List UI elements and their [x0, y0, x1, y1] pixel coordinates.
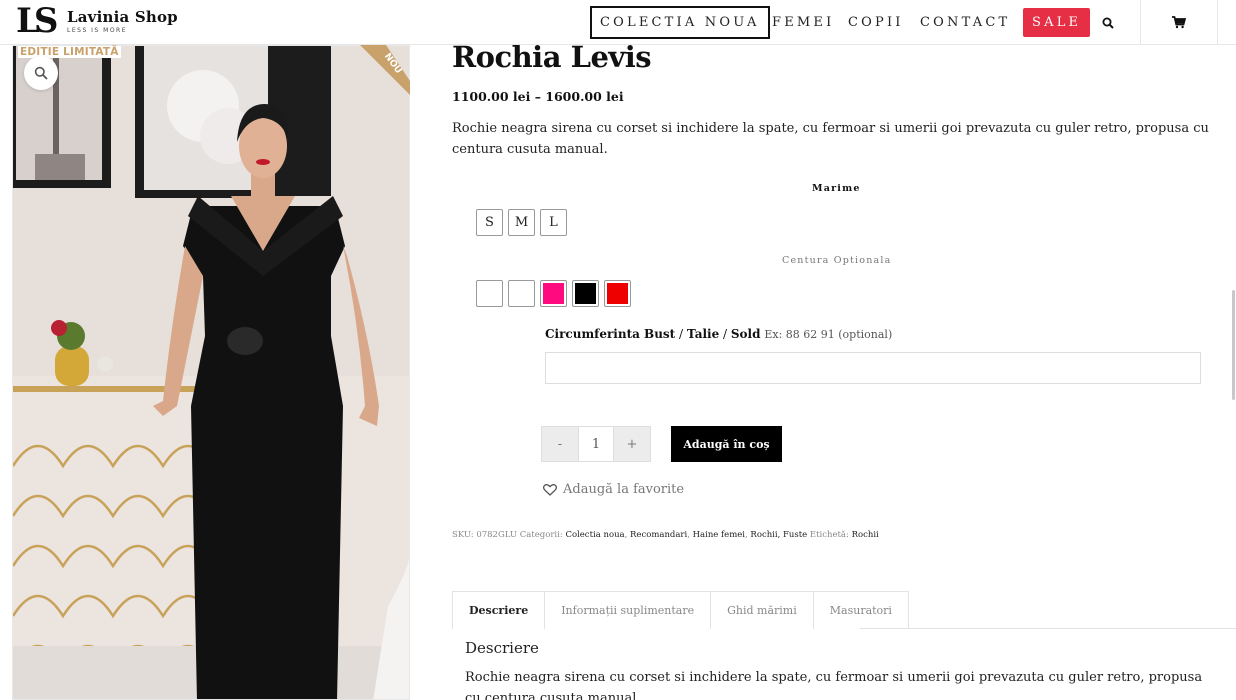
- tab-description[interactable]: Descriere: [452, 591, 546, 629]
- nav-copii[interactable]: COPII: [848, 15, 904, 30]
- new-ribbon: NOU: [340, 45, 410, 95]
- zoom-button[interactable]: [24, 56, 58, 90]
- tag-link[interactable]: Rochii: [852, 530, 879, 540]
- search-button[interactable]: [1102, 0, 1114, 45]
- tab-measurements[interactable]: Masuratori: [812, 591, 909, 629]
- favorites-label: Adaugă la favorite: [563, 482, 685, 497]
- scrollbar[interactable]: [1232, 290, 1235, 400]
- nav-sale[interactable]: SALE: [1023, 8, 1091, 37]
- qty-input[interactable]: 1: [578, 427, 614, 461]
- category-link[interactable]: Haine femei: [693, 530, 745, 540]
- logo-name[interactable]: Lavinia Shop: [67, 8, 178, 26]
- heart-icon: [543, 483, 557, 496]
- size-option-l[interactable]: L: [540, 209, 567, 236]
- size-option-m[interactable]: M: [508, 209, 535, 236]
- tabs-divider: [860, 628, 1236, 629]
- product-image[interactable]: [12, 45, 410, 700]
- quantity-stepper: - 1 +: [541, 426, 651, 462]
- measure-label-waist: Talie: [686, 327, 720, 341]
- header-divider: [1217, 0, 1218, 45]
- sku-value: 0782GLU: [476, 530, 518, 540]
- categories-label: Categorii:: [519, 530, 563, 540]
- belt-color-white-2[interactable]: [508, 280, 535, 307]
- description-title: Descriere: [465, 639, 539, 657]
- belt-color-red[interactable]: [604, 280, 631, 307]
- search-icon: [1102, 17, 1114, 29]
- category-link[interactable]: Rochii, Fuste: [750, 530, 807, 540]
- measure-label-bust: Circumferinta Bust: [545, 327, 676, 341]
- belt-label: Centura Optionala: [782, 255, 892, 266]
- nav-femei[interactable]: FEMEI: [772, 15, 834, 30]
- logo-tagline: LESS IS MORE: [67, 27, 128, 34]
- tag-label: Etichetă:: [809, 530, 849, 540]
- site-header: LS Lavinia Shop LESS IS MORE COLECTIA NO…: [0, 0, 1236, 45]
- size-option-s[interactable]: S: [476, 209, 503, 236]
- size-label: Marime: [812, 183, 861, 194]
- tab-additional-info[interactable]: Informații suplimentare: [544, 591, 712, 629]
- sku-label: SKU:: [452, 530, 474, 540]
- logo-mark[interactable]: LS: [16, 2, 58, 40]
- size-options: S M L: [476, 209, 567, 236]
- nav-contact[interactable]: CONTACT: [920, 15, 1010, 30]
- header-divider: [1140, 0, 1141, 45]
- magnifier-icon: [34, 66, 48, 80]
- qty-minus-button[interactable]: -: [542, 427, 578, 461]
- qty-plus-button[interactable]: +: [614, 427, 650, 461]
- belt-color-pink[interactable]: [540, 280, 567, 307]
- product-meta: SKU: 0782GLU Categorii: Colectia noua, R…: [452, 530, 879, 540]
- product-short-description: Rochie neagra sirena cu corset si inchid…: [452, 121, 1209, 157]
- belt-color-options: [476, 280, 631, 307]
- nav-colectia-noua[interactable]: COLECTIA NOUA: [590, 6, 770, 39]
- tab-size-guide[interactable]: Ghid mărimi: [710, 591, 814, 629]
- category-link[interactable]: Recomandari: [630, 530, 687, 540]
- category-link[interactable]: Colectia noua: [565, 530, 624, 540]
- product-title: Rochia Levis: [452, 40, 652, 74]
- measurements-label: Circumferinta Bust / Talie / Sold Ex: 88…: [545, 327, 893, 341]
- measurements-input[interactable]: [545, 352, 1201, 384]
- product-tabs: Descriere Informații suplimentare Ghid m…: [452, 591, 909, 629]
- belt-color-white[interactable]: [476, 280, 503, 307]
- cart-icon: [1172, 16, 1186, 29]
- measure-hint: Ex: 88 62 91 (optional): [764, 328, 893, 341]
- belt-color-black[interactable]: [572, 280, 599, 307]
- add-to-favorites[interactable]: Adaugă la favorite: [543, 482, 684, 497]
- description-text: Rochie neagra sirena cu corset si inchid…: [465, 670, 1203, 700]
- limited-edition-badge: EDITIE LIMITATĂ: [18, 46, 121, 58]
- measure-label-hip: Sold: [730, 327, 761, 341]
- product-price: 1100.00 lei – 1600.00 lei: [452, 89, 624, 104]
- cart-button[interactable]: [1172, 0, 1186, 45]
- product-photo: [13, 46, 409, 699]
- add-to-cart-button[interactable]: Adaugă în coș: [671, 426, 782, 462]
